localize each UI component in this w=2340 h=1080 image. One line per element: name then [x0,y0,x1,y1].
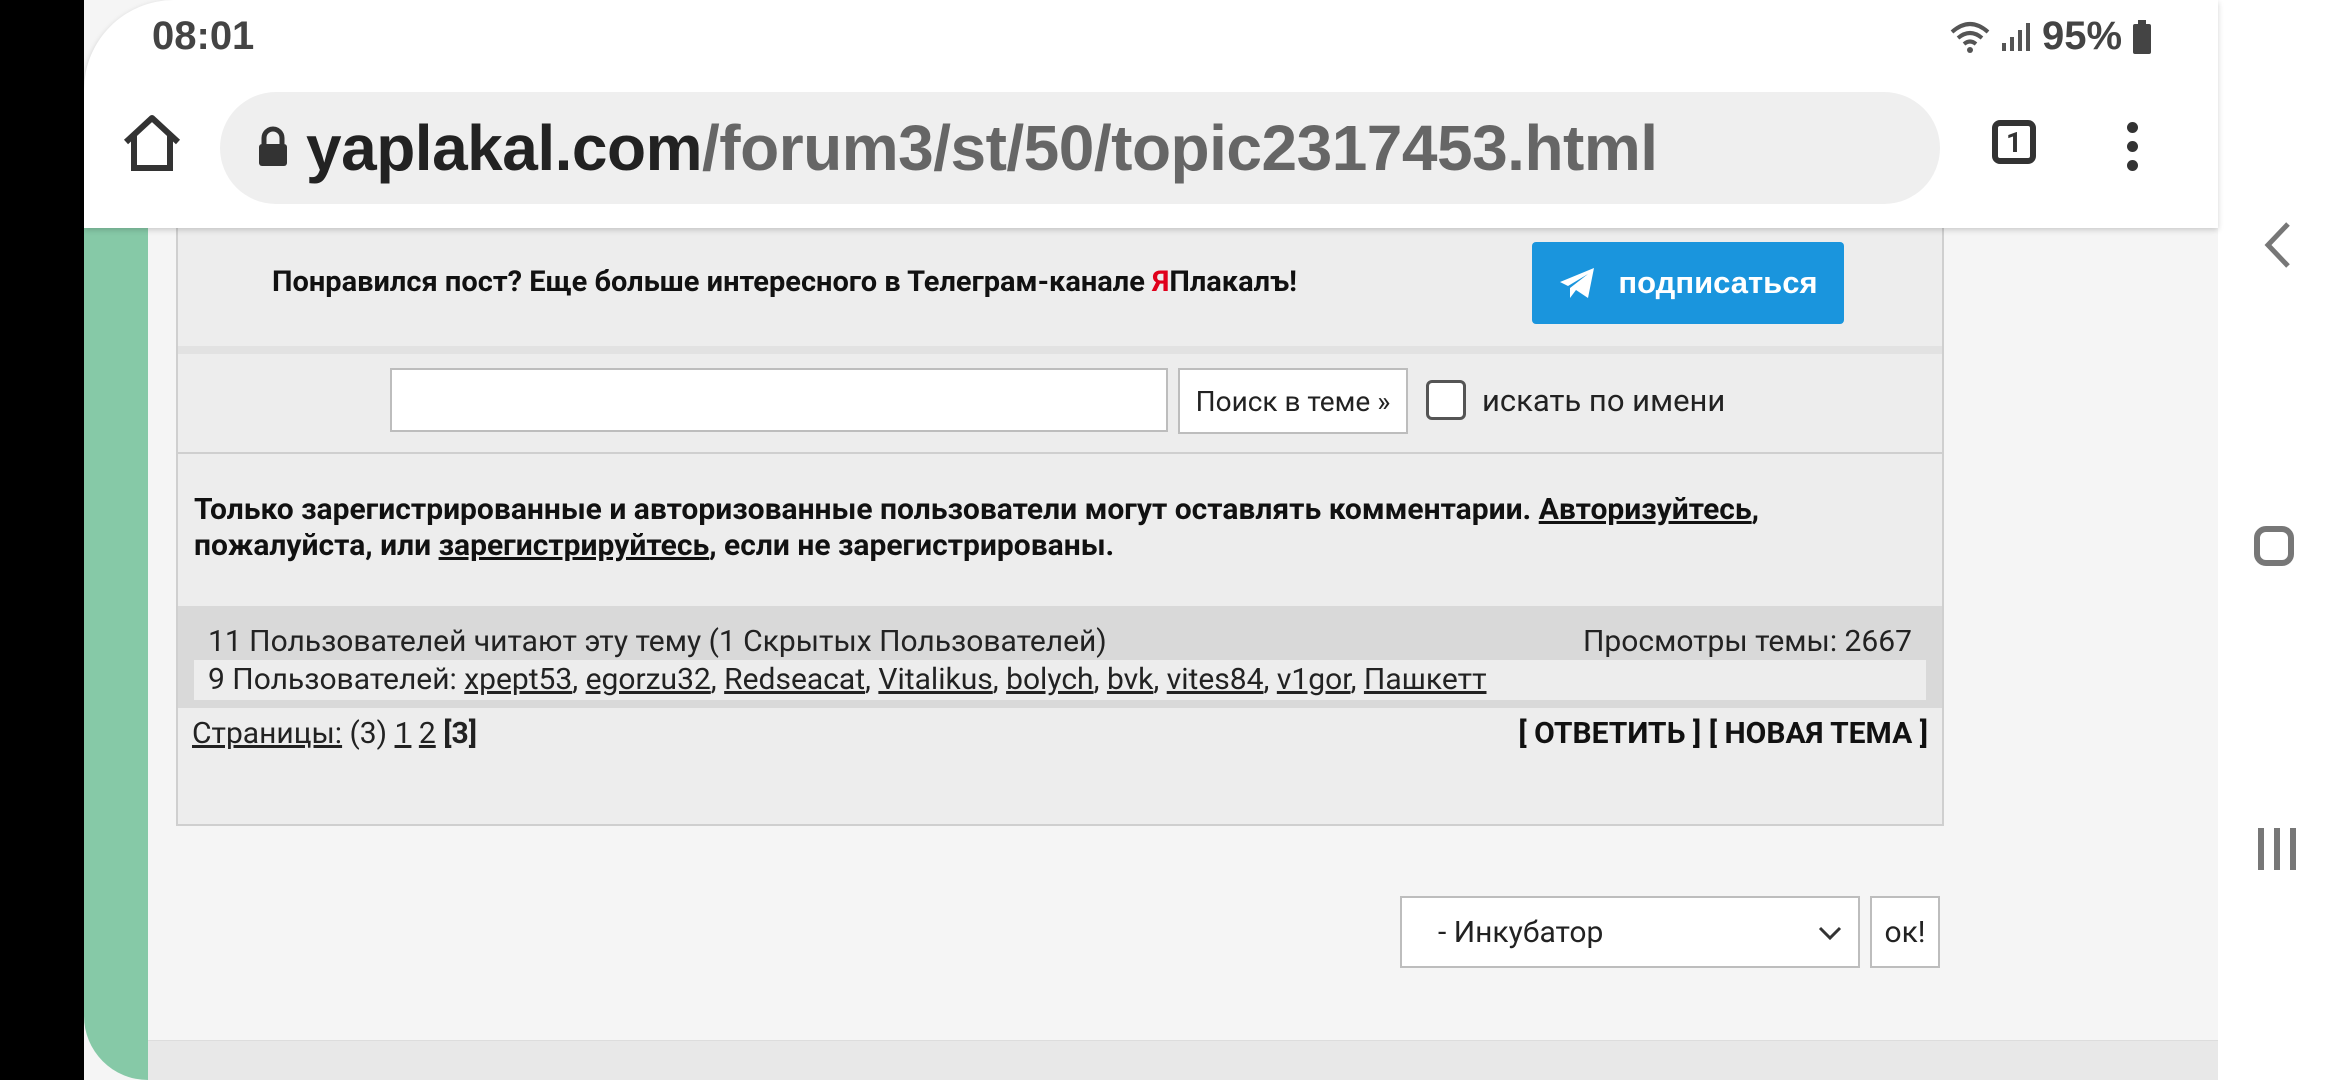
pages-total: (3) [342,716,395,751]
reader-link[interactable]: bvk [1107,662,1153,697]
signal-icon [2002,22,2030,51]
home-nav-icon[interactable] [2254,526,2294,566]
reader-link[interactable]: xpept53 [464,662,572,697]
reader-link[interactable]: Redseacat [724,662,865,697]
search-input[interactable] [390,368,1168,432]
promo-brand-red: Я [1152,265,1170,299]
subscribe-button[interactable]: подписаться [1532,242,1844,324]
chevron-down-icon [1818,926,1842,941]
reader-link[interactable]: vites84 [1167,662,1264,697]
reader-link[interactable]: egorzu32 [586,662,711,697]
search-by-name-checkbox[interactable] [1426,380,1466,420]
address-bar[interactable]: yaplakal.com/forum3/st/50/topic2317453.h… [220,92,1940,204]
recent-apps-icon[interactable] [2258,828,2296,870]
topic-actions: [ ОТВЕТИТЬ ] [ НОВАЯ ТЕМА ] [1518,716,1928,751]
page-2-link[interactable]: 2 [419,716,436,751]
reply-link[interactable]: [ ОТВЕТИТЬ ] [1518,716,1701,751]
search-topic-button[interactable]: Поиск в теме » [1178,368,1408,434]
url-text: yaplakal.com/forum3/st/50/topic2317453.h… [306,111,1658,185]
tabs-count-button[interactable]: 1 [1992,120,2036,164]
promo-text: Понравился пост? Еще больше интересного … [272,265,1297,299]
telegram-icon [1560,268,1595,298]
login-link[interactable]: Авторизуйтесь [1539,492,1752,527]
forum-jump-ok-button[interactable]: ок! [1870,896,1940,968]
side-accent [84,228,148,1080]
url-path: /forum3/st/50/topic2317453.html [702,112,1658,184]
subscribe-label: подписаться [1618,265,1818,300]
forum-jump-selected: - Инкубатор [1438,914,1604,950]
reader-link[interactable]: v1gor [1277,662,1351,697]
pagination: Страницы: (3) 1 2 [3] [192,716,477,751]
active-readers: 11 Пользователей читают эту тему (1 Скры… [178,606,1942,708]
current-page: [3] [443,716,478,751]
back-icon[interactable] [2262,220,2292,270]
forum-jump-select[interactable]: - Инкубатор [1400,896,1860,968]
status-icons: 95% [1950,14,2152,59]
wifi-icon [1950,21,1990,53]
url-host: yaplakal.com [306,112,703,184]
pages-label-link[interactable]: Страницы: [192,716,342,751]
login-notice: Только зарегистрированные и авторизованн… [194,492,1924,564]
readers-list: 9 Пользователей: xpept53, egorzu32, Reds… [194,660,1926,700]
notice-text-3: , если не зарегистрированы. [709,528,1115,563]
reader-link[interactable]: Vitalikus [878,662,992,697]
promo-brand-rest: Плакалъ! [1169,265,1298,299]
tabs-count: 1 [2005,125,2023,159]
home-icon[interactable] [120,112,184,172]
notice-text-1: Только зарегистрированные и авторизованн… [194,492,1539,527]
readers-prefix: 9 Пользователей: [208,662,465,697]
page-bottom-strip [148,1040,2218,1080]
status-time: 08:01 [152,14,255,58]
page-1-link[interactable]: 1 [395,716,412,751]
battery-icon [2133,19,2152,54]
reader-link[interactable]: Пашкетт [1364,662,1487,697]
promo-text-main: Понравился пост? Еще больше интересного … [272,265,1153,299]
new-topic-link[interactable]: [ НОВАЯ ТЕМА ] [1709,716,1928,751]
more-options-icon[interactable] [2124,122,2140,172]
topic-footer-panel: Понравился пост? Еще больше интересного … [176,200,1944,826]
lock-icon [259,126,287,166]
search-by-name-label: искать по имени [1482,382,1726,419]
reader-link[interactable]: bolych [1006,662,1093,697]
topic-views: Просмотры темы: 2667 [1583,624,1912,659]
battery-percent: 95% [2042,14,2123,58]
screen-edge [0,0,84,1080]
topic-search: Поиск в теме » искать по имени [178,354,1942,454]
register-link[interactable]: зарегистрируйтесь [439,528,710,563]
readers-summary: 11 Пользователей читают эту тему (1 Скры… [208,624,1107,659]
